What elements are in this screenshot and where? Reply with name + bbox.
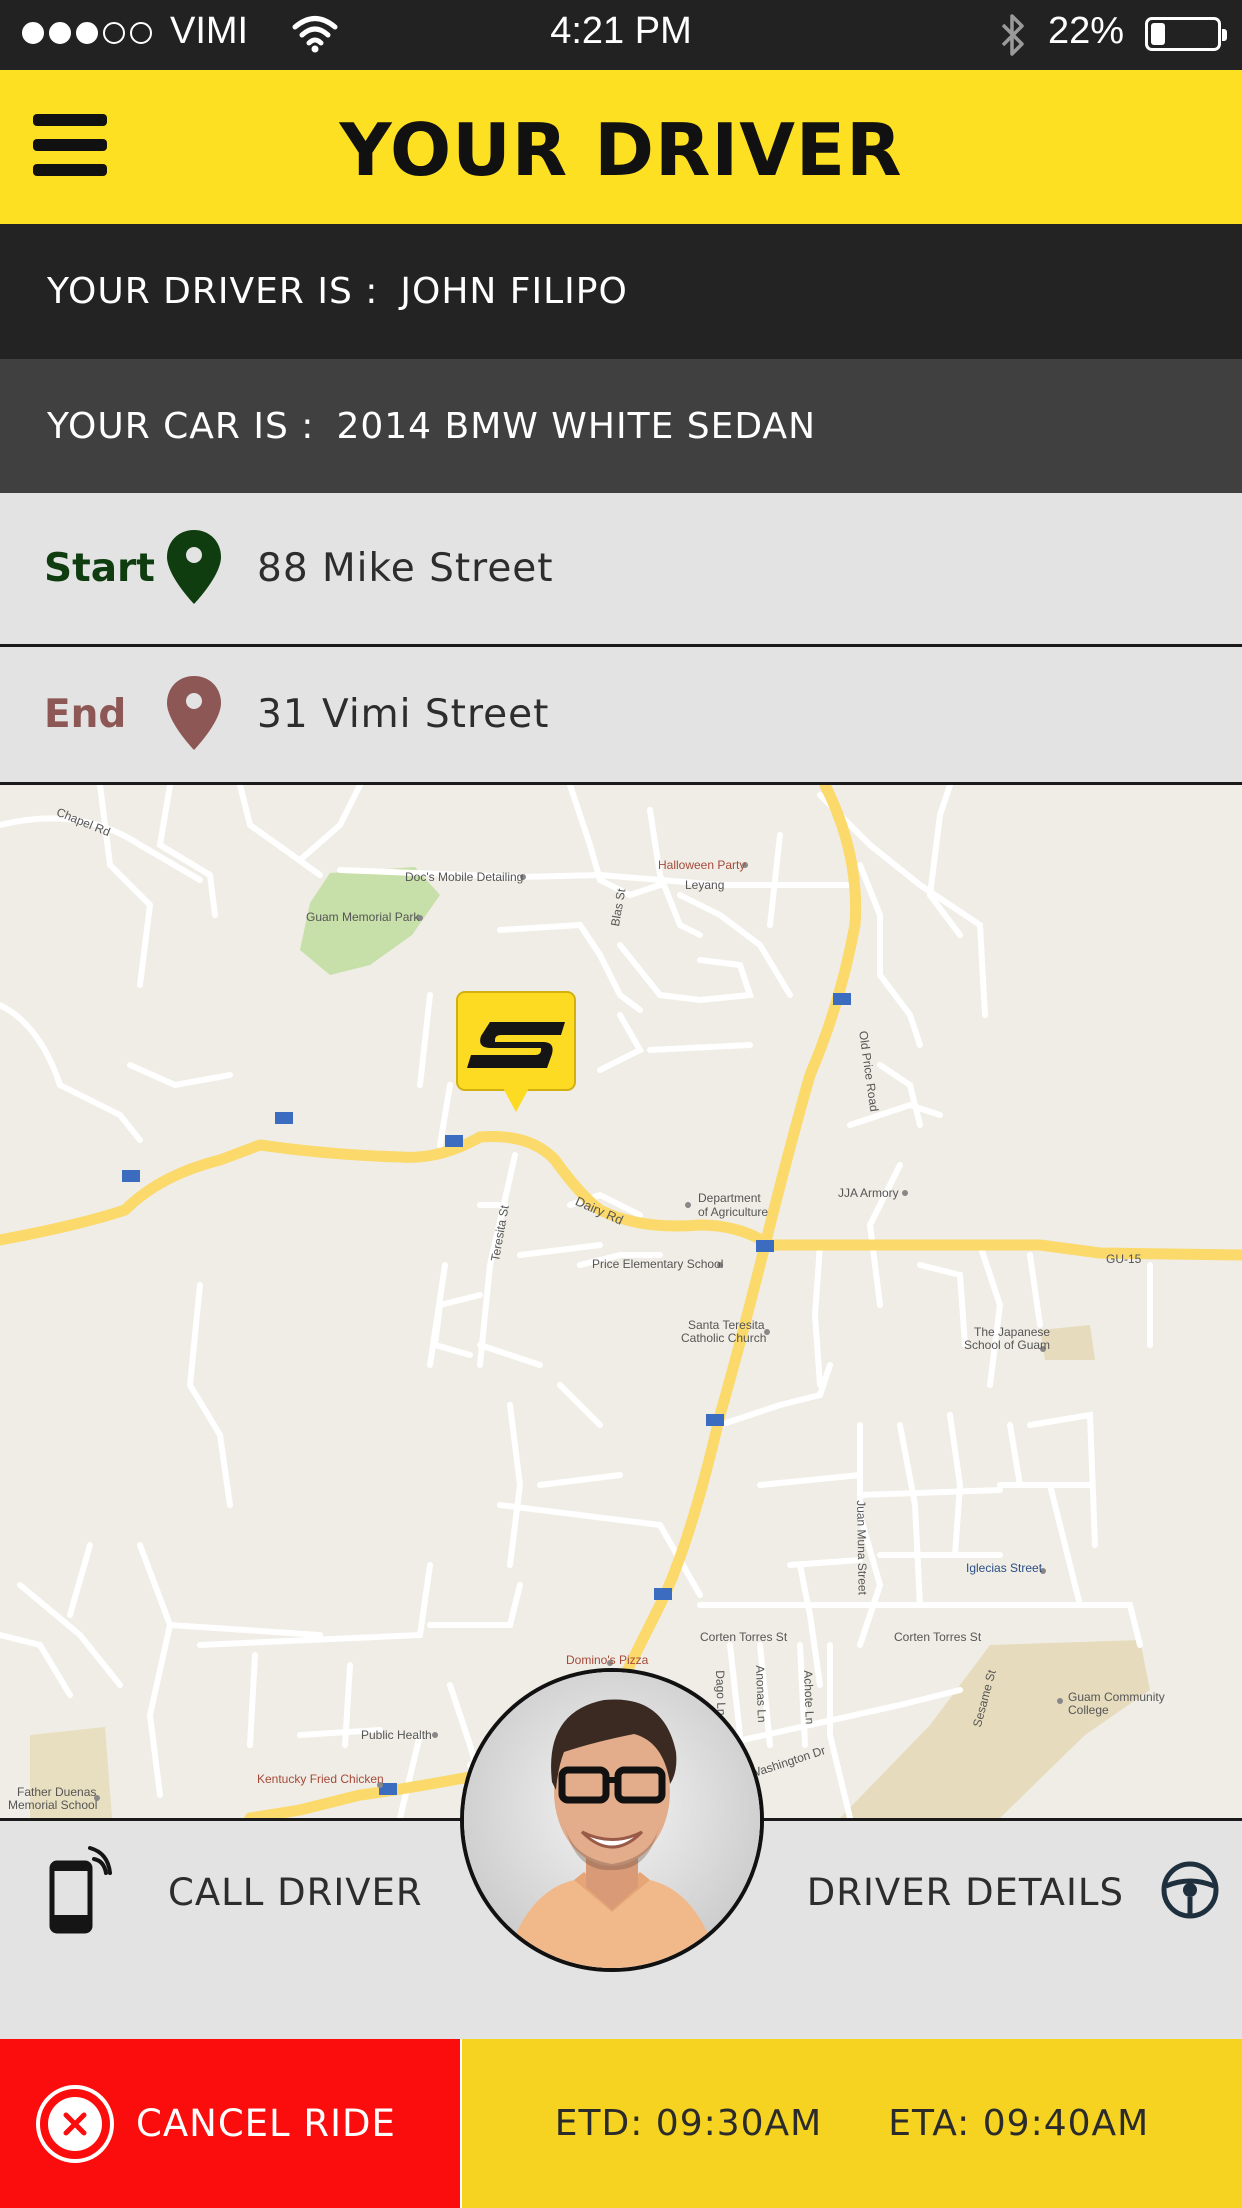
map-label: Doc's Mobile Detailing xyxy=(405,870,524,884)
driver-name: JOHN FILIPO xyxy=(400,271,628,312)
driver-info-row: YOUR DRIVER IS : JOHN FILIPO xyxy=(0,224,1242,359)
bluetooth-icon xyxy=(998,12,1028,62)
map-label: Achote Ln xyxy=(801,1670,817,1725)
map-label: Kentucky Fried Chicken xyxy=(257,1772,384,1786)
end-label: End xyxy=(44,692,127,737)
map-label: of Agriculture xyxy=(698,1205,769,1219)
map-label: Father Duenas xyxy=(17,1785,97,1799)
map-label: Iglecias Street xyxy=(966,1561,1043,1575)
driver-details-label: DRIVER DETAILS xyxy=(806,1870,1124,1914)
cancel-ride-label: CANCEL RIDE xyxy=(136,2102,396,2145)
map-label: Leyang xyxy=(685,878,725,892)
map-label: College xyxy=(1068,1703,1109,1717)
start-pin-icon xyxy=(164,528,224,610)
start-label: Start xyxy=(44,546,155,591)
map-label: Halloween Party xyxy=(658,858,746,872)
map-label: GU-15 xyxy=(1106,1252,1142,1266)
call-driver-label: CALL DRIVER xyxy=(168,1870,423,1914)
map-label: Guam Community xyxy=(1068,1690,1165,1704)
cancel-x-icon xyxy=(36,2084,114,2163)
header: YOUR DRIVER xyxy=(0,70,1242,224)
car-info-row: YOUR CAR IS : 2014 BMW WHITE SEDAN xyxy=(0,359,1242,493)
battery-percent: 22% xyxy=(1048,10,1125,52)
driver-details-button[interactable]: DRIVER DETAILS xyxy=(807,1837,1220,1947)
end-location-row[interactable]: End 31 Vimi Street xyxy=(0,647,1242,785)
call-driver-button[interactable]: CALL DRIVER xyxy=(48,1837,423,1947)
map-label: The Japanese xyxy=(974,1325,1051,1339)
map-label: JJA Armory xyxy=(838,1186,899,1200)
map-label: Memorial School xyxy=(8,1798,98,1812)
map-label: Anonas Ln xyxy=(753,1665,770,1723)
map-label: Department xyxy=(698,1191,761,1205)
car-label: YOUR CAR IS : xyxy=(47,405,315,447)
page-title: YOUR DRIVER xyxy=(339,108,903,192)
start-address: 88 Mike Street xyxy=(257,546,554,591)
cancel-ride-button[interactable]: CANCEL RIDE xyxy=(0,2039,460,2208)
end-pin-icon xyxy=(164,674,224,756)
trip-times: ETD: 09:30AM ETA: 09:40AM xyxy=(460,2039,1242,2208)
map-label: Juan Muna Street xyxy=(854,1500,870,1595)
end-address: 31 Vimi Street xyxy=(257,692,550,737)
status-bar: VIMI 4:21 PM 22% xyxy=(0,0,1242,70)
car-value: 2014 BMW WHITE SEDAN xyxy=(336,405,816,447)
phone-ringing-icon xyxy=(48,1845,112,1939)
map-label: School of Guam xyxy=(964,1338,1051,1352)
map-label: Corten Torres St xyxy=(700,1630,788,1644)
driver-label: YOUR DRIVER IS : xyxy=(47,271,379,312)
map-label: Catholic Church xyxy=(681,1331,767,1345)
etd-time: ETD: 09:30AM xyxy=(554,2103,823,2144)
map-label: Corten Torres St xyxy=(894,1630,982,1644)
route-map[interactable]: Chapel Rd Doc's Mobile Detailing Hallowe… xyxy=(0,785,1242,1818)
eta-time: ETA: 09:40AM xyxy=(888,2103,1150,2144)
map-label: Guam Memorial Park xyxy=(306,910,420,924)
battery-icon xyxy=(1145,17,1227,51)
taxi-logo-marker-icon[interactable] xyxy=(455,990,577,1118)
map-label: Domino's Pizza xyxy=(566,1653,649,1667)
map-label: Public Health xyxy=(361,1728,432,1742)
driver-avatar[interactable] xyxy=(460,1668,764,1972)
map-label: Santa Teresita xyxy=(688,1318,765,1332)
map-label: Price Elementary School xyxy=(592,1257,724,1271)
steering-wheel-icon xyxy=(1160,1860,1220,1924)
start-location-row[interactable]: Start 88 Mike Street xyxy=(0,493,1242,647)
